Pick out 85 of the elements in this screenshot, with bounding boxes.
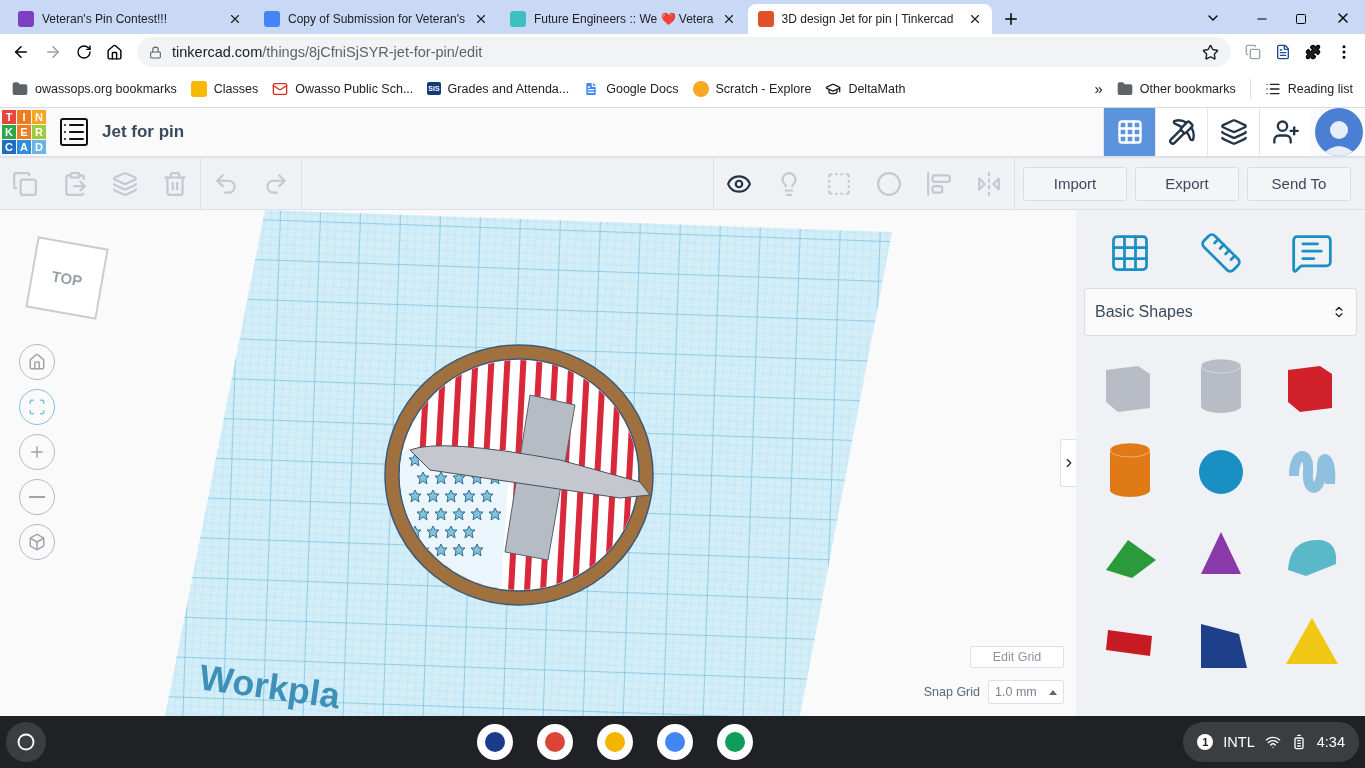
browser-tab[interactable]: 3D design Jet for pin | Tinkercad [747,4,992,34]
extension-icon[interactable] [1275,44,1291,60]
address-bar[interactable]: tinkercad.com/things/8jCfniSjSYR-jet-for-pin/edit [137,37,1231,67]
reload-icon[interactable] [76,44,92,60]
add-user-icon [1271,118,1300,146]
shelf-app-icon[interactable] [656,724,693,760]
view-control-button[interactable] [19,524,55,560]
round-roof-shape-icon[interactable] [1287,539,1336,576]
caret-icon [1048,689,1057,695]
close-icon[interactable] [474,12,488,26]
input-method-label: INTL [1223,734,1255,750]
back-icon[interactable] [12,43,30,61]
restore-icon[interactable] [1295,13,1307,25]
toolbar-button[interactable]: Send To [1247,166,1351,201]
bookmark-folder-link[interactable]: Other bookmarks [1116,80,1236,97]
roof-shape-icon[interactable] [1105,540,1156,578]
snap-grid-select[interactable]: 1.0 mm [988,680,1064,704]
bookmark-star-icon[interactable] [1202,43,1219,61]
lock-icon [149,45,162,59]
launcher-button[interactable] [6,722,46,762]
bookmark-link[interactable]: owassops.org bookmarks [12,80,177,97]
duplicate-icon [112,170,138,197]
design-title[interactable]: Jet for pin [102,122,1103,142]
site-icon [264,11,280,27]
shelf-app-icon[interactable] [596,724,633,760]
clock-time: 4:34 [1316,734,1345,750]
wedge-shape-icon[interactable] [1200,624,1247,668]
close-icon[interactable] [228,12,242,26]
bookmarks-overflow[interactable]: » [1094,80,1103,97]
invite-button[interactable] [1259,108,1311,156]
folder-icon [12,80,28,97]
toolbar-button[interactable]: Export [1135,166,1239,201]
trash-icon [162,170,188,197]
site-icon [18,11,34,27]
snap-grid-label: Snap Grid [923,685,980,699]
wifi-icon [1264,734,1281,750]
forward-icon[interactable] [44,43,62,61]
browser-tab[interactable]: Copy of Submission for Veteran's [254,4,498,34]
bookmark-link[interactable]: Classes [190,80,259,97]
view-control-button[interactable] [19,344,55,380]
extensions-icon[interactable] [1305,44,1321,60]
toolbar-button[interactable]: Import [1023,166,1127,201]
fit-icon [28,398,46,416]
bookmark-link[interactable]: Owasso Public Sch... [272,80,414,97]
shelf-app-icon[interactable] [536,724,573,760]
shelf-app-icon[interactable] [476,724,513,760]
browser-tab[interactable]: Veteran's Pin Contest!!! [8,4,252,34]
notification-count: 1 [1197,734,1214,750]
site-icon [510,11,526,27]
shape-category-select[interactable]: Basic Shapes [1084,288,1357,336]
ruler-icon[interactable] [1198,231,1243,275]
home-icon [28,353,46,371]
zoom-in-icon [28,443,46,461]
grid-icon [1115,118,1144,146]
avatar[interactable] [1315,108,1363,156]
cube-icon [28,533,46,551]
pickaxe-icon [1167,118,1196,146]
view-button[interactable] [1155,108,1207,156]
paste-icon [62,170,88,197]
workplane-label: Workpla [196,656,343,716]
sphere-shape-icon[interactable] [1198,450,1243,494]
mirror-icon [976,170,1002,197]
list-icon[interactable] [60,118,88,146]
app-logo[interactable]: T I N K E R C A D [0,110,60,154]
box-shape-icon[interactable] [1287,366,1332,412]
view-control-button[interactable] [19,479,55,515]
home-icon[interactable] [106,43,123,61]
site-icon [757,11,774,27]
status-tray[interactable]: 1 INTL 4:34 [1183,722,1359,762]
view-button[interactable] [1207,108,1259,156]
bookmark-link[interactable]: Scratch - Explore [692,80,812,97]
copy-icon [12,170,38,197]
launcher-icon [17,733,35,751]
browser-tab[interactable]: Future Engineers :: We ❤ Vetera [500,4,746,34]
cylinder-shape-icon[interactable] [1109,442,1150,497]
bookmark-link[interactable]: Google Docs [583,80,679,97]
align-icon [926,170,952,197]
group-icon [826,170,852,197]
hole-icon [876,170,902,197]
reading-list-link[interactable]: Reading list [1264,80,1353,97]
shelf-app-icon[interactable] [716,724,753,760]
cone-shape-icon[interactable] [1200,532,1241,574]
folder-icon [1116,80,1133,97]
mail-icon [272,80,289,97]
bookmark-link[interactable]: DeltaMath [825,80,906,97]
